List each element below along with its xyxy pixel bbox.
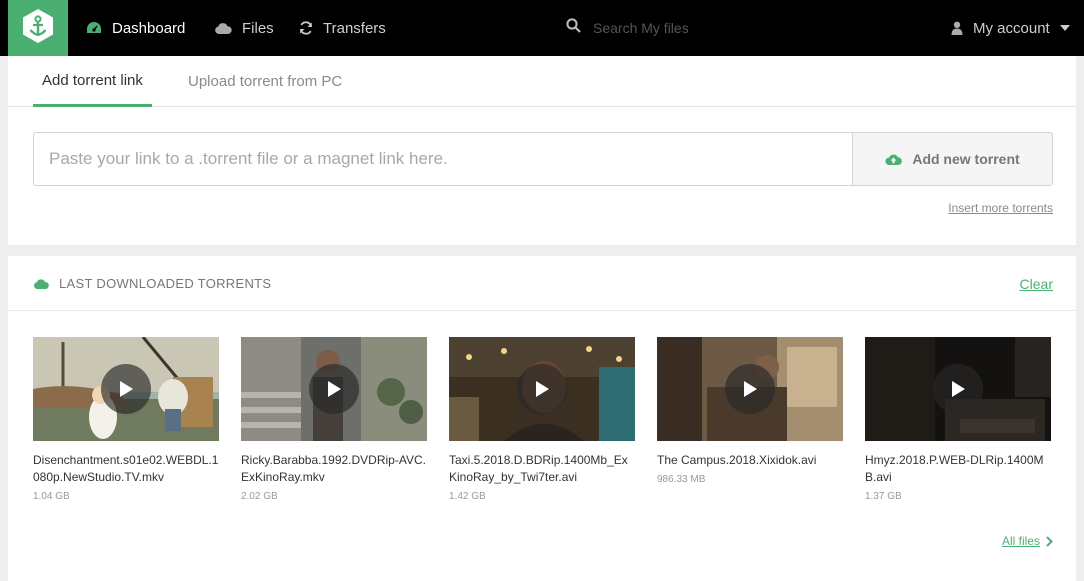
panel-header: LAST DOWNLOADED TORRENTS Clear — [8, 256, 1076, 311]
torrent-card[interactable]: Disenchantment.s01e02.WEBDL.1080p.NewStu… — [33, 337, 219, 502]
nav-transfers-label: Transfers — [323, 19, 386, 37]
play-icon[interactable] — [933, 364, 983, 414]
video-thumbnail[interactable] — [449, 337, 635, 441]
nav-files-label: Files — [242, 19, 274, 37]
file-size: 2.02 GB — [241, 491, 278, 502]
torrent-card[interactable]: Taxi.5.2018.D.BDRip.1400Mb_ExKinoRay_by_… — [449, 337, 635, 502]
torrent-card[interactable]: Hmyz.2018.P.WEB-DLRip.1400MB.avi 1.37 GB — [865, 337, 1051, 502]
nav-transfers[interactable]: Transfers — [299, 0, 386, 56]
tab-add-torrent-link-label: Add torrent link — [42, 71, 143, 89]
file-size: 1.37 GB — [865, 491, 902, 502]
user-icon — [951, 21, 963, 35]
torrent-card[interactable]: Ricky.Barabba.1992.DVDRip-AVC.ExKinoRay.… — [241, 337, 427, 502]
all-files-label: All files — [1001, 534, 1040, 548]
file-name[interactable]: The Campus.2018.Xixidok.avi — [657, 452, 843, 469]
section-title-label: LAST DOWNLOADED TORRENTS — [59, 276, 272, 291]
add-new-torrent-button[interactable]: Add new torrent — [852, 132, 1053, 186]
nav-dashboard-label: Dashboard — [112, 19, 186, 37]
video-thumbnail[interactable] — [865, 337, 1051, 441]
nav-dashboard[interactable]: Dashboard — [86, 0, 185, 56]
cloud-upload-icon — [885, 153, 903, 166]
upload-tabs: Add torrent link Upload torrent from PC — [8, 56, 1076, 107]
file-name[interactable]: Ricky.Barabba.1992.DVDRip-AVC.ExKinoRay.… — [241, 452, 427, 486]
account-menu[interactable]: My account — [951, 0, 1070, 56]
anchor-icon — [21, 7, 55, 50]
search-input[interactable] — [593, 20, 893, 36]
account-label: My account — [973, 19, 1050, 37]
tab-upload-torrent-label: Upload torrent from PC — [188, 73, 343, 90]
cloud-icon — [214, 22, 232, 35]
app-logo[interactable] — [8, 0, 68, 56]
search-icon[interactable] — [566, 18, 581, 38]
torrent-link-input[interactable] — [33, 132, 853, 186]
file-name[interactable]: Taxi.5.2018.D.BDRip.1400Mb_ExKinoRay_by_… — [449, 452, 635, 486]
dashboard-icon — [86, 21, 102, 35]
video-thumbnail[interactable] — [241, 337, 427, 441]
tab-upload-torrent[interactable]: Upload torrent from PC — [188, 56, 342, 107]
video-thumbnail[interactable] — [657, 337, 843, 441]
top-navbar: Dashboard Files Transfers My account — [0, 0, 1084, 56]
refresh-icon — [299, 21, 313, 35]
add-new-torrent-label: Add new torrent — [912, 151, 1020, 167]
file-size: 1.04 GB — [33, 491, 70, 502]
file-name[interactable]: Hmyz.2018.P.WEB-DLRip.1400MB.avi — [865, 452, 1051, 486]
last-downloaded-panel: LAST DOWNLOADED TORRENTS Clear Disenchan… — [8, 256, 1076, 581]
file-size: 1.42 GB — [449, 491, 486, 502]
insert-more-torrents-link[interactable]: Insert more torrents — [948, 201, 1053, 215]
tab-add-torrent-link[interactable]: Add torrent link — [33, 56, 152, 107]
nav-files[interactable]: Files — [214, 0, 274, 56]
add-torrent-panel: Add torrent link Upload torrent from PC … — [8, 56, 1076, 245]
all-files-link[interactable]: All files — [1002, 534, 1053, 548]
caret-down-icon — [1059, 25, 1070, 31]
search-bar — [566, 0, 893, 56]
cloud-icon — [33, 278, 49, 290]
play-icon[interactable] — [517, 364, 567, 414]
clear-button[interactable]: Clear — [1020, 256, 1053, 311]
file-name[interactable]: Disenchantment.s01e02.WEBDL.1080p.NewStu… — [33, 452, 219, 486]
chevron-right-icon — [1046, 535, 1053, 547]
video-thumbnail[interactable] — [33, 337, 219, 441]
torrent-card[interactable]: The Campus.2018.Xixidok.avi 986.33 MB — [657, 337, 843, 485]
play-icon[interactable] — [725, 364, 775, 414]
section-title: LAST DOWNLOADED TORRENTS — [33, 256, 271, 311]
file-size: 986.33 MB — [657, 474, 706, 485]
play-icon[interactable] — [309, 364, 359, 414]
play-icon[interactable] — [101, 364, 151, 414]
